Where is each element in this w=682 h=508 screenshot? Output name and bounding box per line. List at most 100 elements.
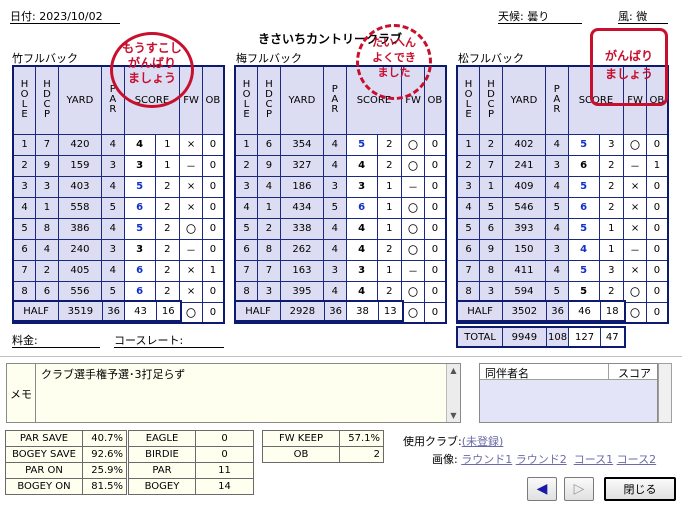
prev-button[interactable]: ◀ <box>527 477 557 501</box>
yard-cell: 395 <box>279 280 325 303</box>
date-label: 日付: 2023/10/02 <box>10 8 120 24</box>
hole-row: 3 4 186 3 3 1 － 0 <box>234 175 447 198</box>
stat-value: 14 <box>195 478 254 495</box>
hole-cell: 5 <box>12 217 37 240</box>
image-course2-link[interactable]: コース2 <box>617 453 656 466</box>
image-course1-link[interactable]: コース1 <box>574 453 613 466</box>
hdcp-cell: 9 <box>479 238 503 261</box>
summary-row: HALF 3502 36 46 18 <box>456 300 626 322</box>
score-cell: 5 <box>567 133 600 156</box>
stat-row: BOGEY 14 <box>128 478 254 495</box>
par-cell: 4 <box>323 280 347 303</box>
summary-putt: 16 <box>155 300 182 322</box>
summary-yard: 3519 <box>58 300 103 322</box>
memo-textarea[interactable]: クラブ選手権予選･3打足らず ▲ ▼ <box>35 363 461 423</box>
hdcp-cell: 1 <box>35 196 59 219</box>
companion-score-header[interactable]: スコア <box>618 365 651 381</box>
par-cell: 3 <box>101 238 125 261</box>
clubs-link[interactable]: (未登録) <box>462 435 504 448</box>
stat-row: BOGEY ON 81.5% <box>5 478 127 495</box>
score-cell: 3 <box>123 154 156 177</box>
summary-label: HALF <box>234 300 282 322</box>
stamp-line: がんばり <box>604 49 653 63</box>
close-button[interactable]: 閉じる <box>604 477 676 501</box>
hole-cell: 2 <box>234 154 259 177</box>
summary-label: TOTAL <box>456 326 504 348</box>
hole-cell: 1 <box>12 133 37 156</box>
score-cell: 4 <box>123 133 156 156</box>
score-cell: 5 <box>567 217 600 240</box>
score-cell: 5 <box>123 175 156 198</box>
scroll-down-icon[interactable]: ▼ <box>447 411 460 420</box>
yard-cell: 558 <box>57 196 103 219</box>
half-row-3: HALF 3502 36 46 18 <box>456 300 626 322</box>
column-header-par: PAR <box>545 65 569 135</box>
hole-row: 6 8 262 4 4 2 〇 0 <box>234 238 447 261</box>
next-button[interactable]: ▷ <box>564 477 594 501</box>
ob-cell: 0 <box>201 133 225 156</box>
hole-cell: 5 <box>456 217 481 240</box>
fee-field: 料金: <box>12 332 100 348</box>
half-row-1: HALF 3519 36 43 16 <box>12 300 182 322</box>
hdcp-cell: 6 <box>479 217 503 240</box>
putt-cell: 2 <box>376 133 403 156</box>
fw-cell: － <box>179 154 203 177</box>
par-cell: 3 <box>323 175 347 198</box>
stamp-line: ましょう <box>604 67 653 81</box>
stat-row: PAR ON 25.9% <box>5 462 127 479</box>
hole-row: 3 3 403 4 5 2 × 0 <box>12 175 225 198</box>
score-cell: 5 <box>567 259 600 282</box>
divider <box>0 356 682 357</box>
stat-row: OB 2 <box>262 446 384 463</box>
summary-yard: 3502 <box>502 300 547 322</box>
hole-cell: 3 <box>12 175 37 198</box>
score-cell: 5 <box>567 175 600 198</box>
fw-cell: × <box>179 133 203 156</box>
par-cell: 5 <box>545 196 569 219</box>
hdcp-cell: 6 <box>257 133 281 156</box>
stat-value: 0 <box>195 446 254 463</box>
image-round1-link[interactable]: ラウンド1 <box>461 453 512 466</box>
summary-row: HALF 3519 36 43 16 <box>12 300 182 322</box>
column-header-hdcp: HDCP <box>479 65 503 135</box>
summary-score: 43 <box>124 300 157 322</box>
par-cell: 4 <box>101 259 125 282</box>
par-cell: 3 <box>545 154 569 177</box>
summary-label: HALF <box>12 300 60 322</box>
hole-row: 3 1 409 4 5 2 × 0 <box>456 175 669 198</box>
fw-cell: 〇 <box>401 133 425 156</box>
companions-header: 同伴者名 スコア <box>480 364 657 380</box>
par-cell: 5 <box>101 280 125 303</box>
memo-scrollbar[interactable]: ▲ ▼ <box>446 364 460 422</box>
par-cell: 4 <box>545 175 569 198</box>
hole-cell: 2 <box>12 154 37 177</box>
yard-cell: 186 <box>279 175 325 198</box>
course-name-3: 松フルバック <box>458 52 524 65</box>
companion-name-header[interactable]: 同伴者名 <box>485 365 529 381</box>
stamp-line: ましょう <box>127 71 176 85</box>
stat-value: 57.1% <box>339 430 384 447</box>
stats-table-rates: PAR SAVE 40.7% BOGEY SAVE 92.6% PAR ON 25.9% B… <box>5 430 127 495</box>
stat-label: EAGLE <box>128 430 196 447</box>
fw-cell: × <box>179 196 203 219</box>
column-header-text: HOLE <box>20 79 29 121</box>
fw-cell: － <box>179 238 203 261</box>
companions-scrollbar[interactable] <box>658 363 672 423</box>
stats-table-counts: EAGLE 0 BIRDIE 0 PAR 11 BOGEY 14 <box>128 430 254 495</box>
summary-score: 127 <box>568 326 601 348</box>
image-round2-link[interactable]: ラウンド2 <box>516 453 567 466</box>
stat-value: 25.9% <box>82 462 127 479</box>
putt-cell: 2 <box>598 154 625 177</box>
companions-list[interactable]: 同伴者名 スコア <box>479 363 658 423</box>
stat-row: EAGLE 0 <box>128 430 254 447</box>
hdcp-cell: 7 <box>35 133 59 156</box>
hdcp-cell: 1 <box>479 175 503 198</box>
putt-cell: 1 <box>376 259 403 282</box>
scroll-up-icon[interactable]: ▲ <box>447 366 460 375</box>
weather-label: 天候: 曇り <box>498 8 582 24</box>
column-header-hole: HOLE <box>12 65 37 135</box>
fw-cell: × <box>623 175 647 198</box>
column-header-text: HDCP <box>265 79 273 121</box>
fw-cell: 〇 <box>179 217 203 240</box>
fee-label: 料金: <box>12 334 38 347</box>
